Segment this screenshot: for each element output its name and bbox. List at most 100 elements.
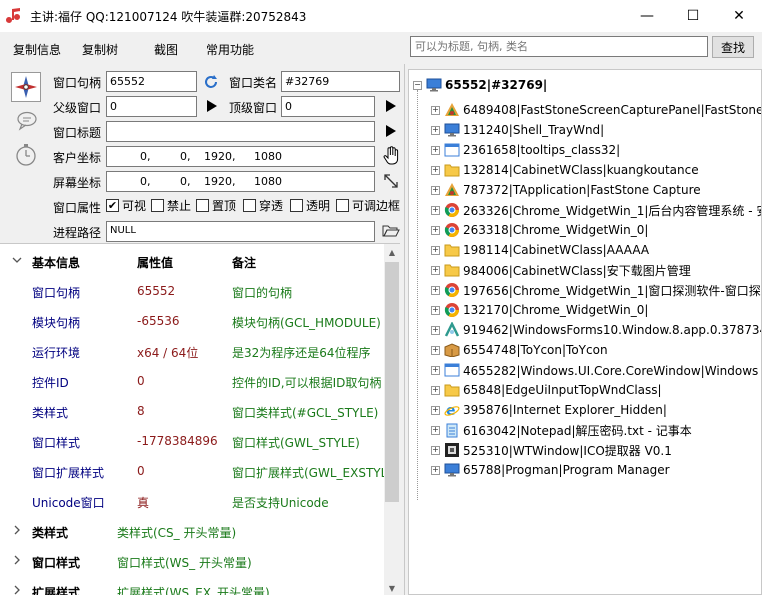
attr-resizable-border-checkbox[interactable]: 可调边框 — [336, 197, 400, 213]
resize-icon[interactable] — [381, 171, 401, 191]
grid-header-row[interactable]: 基本信息 属性值 备注 — [0, 246, 384, 276]
expand-icon[interactable]: + — [431, 325, 440, 335]
tree-node[interactable]: +919462|WindowsForms10.Window.8.app.0.37… — [431, 320, 761, 340]
minimize-button[interactable]: — — [624, 0, 670, 32]
tree-node[interactable]: +197656|Chrome_WidgetWin_1|窗口探测软件-窗口探测工具 — [431, 280, 761, 300]
tree-root-node[interactable]: − 65552|#32769| — [413, 76, 547, 94]
expand-icon[interactable]: + — [431, 385, 440, 395]
class-field[interactable]: #32769 — [281, 71, 400, 92]
hand-cursor-icon[interactable] — [381, 146, 401, 166]
maximize-button[interactable]: ☐ — [670, 0, 716, 32]
tree-node[interactable]: +132170|Chrome_WidgetWin_0| — [431, 300, 648, 320]
tree-node[interactable]: +65788|Progman|Program Manager — [431, 460, 670, 480]
attr-visible-checkbox[interactable]: ✔ 可视 — [106, 197, 146, 213]
grid-row[interactable]: 模块句柄 -65536 模块句柄(GCL_HMODULE) — [0, 306, 384, 336]
tree-node[interactable]: +6554748|ToYcon|ToYcon — [431, 340, 608, 360]
expand-icon[interactable]: + — [431, 365, 440, 375]
open-folder-icon[interactable] — [381, 222, 401, 240]
expand-icon[interactable]: + — [431, 225, 440, 235]
grid-row[interactable]: 窗口样式 -1778384896 窗口样式(GWL_STYLE) — [0, 426, 384, 456]
set-title-arrow-icon[interactable] — [382, 122, 400, 140]
scroll-thumb[interactable] — [385, 262, 399, 502]
tree-node[interactable]: + e 395876|Internet Explorer_Hidden| — [431, 400, 667, 420]
tree-node[interactable]: +131240|Shell_TrayWnd| — [431, 120, 604, 140]
menu-copy-info[interactable]: 复制信息 — [13, 41, 61, 58]
tree-node[interactable]: +6489408|FastStoneScreenCapturePanel|Fas… — [431, 100, 762, 120]
expand-icon[interactable]: + — [431, 185, 440, 195]
menu-copy-tree[interactable]: 复制树 — [82, 41, 118, 58]
refresh-icon[interactable] — [202, 73, 220, 91]
top-field[interactable]: 0 — [281, 96, 375, 117]
finder-target-icon[interactable] — [11, 72, 41, 102]
tree-node-label: 6489408|FastStoneScreenCapturePanel|Fast… — [463, 103, 762, 117]
speech-bubble-icon[interactable] — [12, 106, 42, 136]
grid-row[interactable]: 运行环境 x64 / 64位 是32为程序还是64位程序 — [0, 336, 384, 366]
folder-icon — [444, 242, 460, 258]
expand-icon[interactable]: + — [431, 285, 440, 295]
tree-node[interactable]: +132814|CabinetWClass|kuangkoutance — [431, 160, 699, 180]
search-button[interactable]: 查找 — [712, 36, 754, 58]
chevron-right-icon[interactable] — [12, 584, 22, 595]
scroll-down-icon[interactable]: ▼ — [384, 580, 400, 595]
tree-node[interactable]: +787372|TApplication|FastStone Capture — [431, 180, 701, 200]
chevron-down-icon[interactable] — [12, 254, 22, 268]
grid-row[interactable]: Unicode窗口 真 是否支持Unicode — [0, 486, 384, 516]
tree-node[interactable]: +6163042|Notepad|解压密码.txt - 记事本 — [431, 420, 692, 440]
title-bar: 主讲:福仔 QQ:121007124 吹牛装逼群:20752843 — ☐ ✕ — [0, 0, 762, 32]
tree-node[interactable]: +263326|Chrome_WidgetWin_1|后台内容管理系统 - 安下… — [431, 200, 761, 220]
attr-topmost-checkbox[interactable]: 置顶 — [196, 197, 236, 213]
goto-top-arrow-icon[interactable] — [382, 97, 400, 115]
expand-icon[interactable]: + — [431, 445, 440, 455]
tree-node[interactable]: +2361658|tooltips_class32| — [431, 140, 620, 160]
process-path-field[interactable]: NULL — [106, 221, 375, 242]
timer-icon[interactable] — [11, 140, 41, 170]
scroll-up-icon[interactable]: ▲ — [384, 244, 400, 260]
attr-passthrough-checkbox[interactable]: 穿透 — [243, 197, 283, 213]
title-field[interactable] — [106, 121, 375, 142]
expand-icon[interactable]: + — [431, 345, 440, 355]
expand-icon[interactable]: + — [431, 245, 440, 255]
grid-scrollbar[interactable]: ▲ ▼ — [384, 244, 400, 595]
attr-transparent-checkbox[interactable]: 透明 — [290, 197, 330, 213]
grid-group-row[interactable]: 扩展样式 扩展样式(WS_EX_开头常量) — [0, 576, 384, 595]
tree-node[interactable]: +4655282|Windows.UI.Core.CoreWindow|Wind… — [431, 360, 761, 380]
chevron-right-icon[interactable] — [12, 524, 22, 538]
screen-coords-field[interactable]: 0, 0, 1920, 1080 — [106, 171, 375, 192]
goto-parent-arrow-icon[interactable] — [203, 97, 221, 115]
search-input[interactable] — [410, 36, 708, 57]
parent-field[interactable]: 0 — [106, 96, 197, 117]
tree-node[interactable]: +65848|EdgeUiInputTopWndClass| — [431, 380, 662, 400]
grid-row[interactable]: 窗口扩展样式 0 窗口扩展样式(GWL_EXSTYLE) — [0, 456, 384, 486]
expand-icon[interactable]: + — [431, 265, 440, 275]
expand-icon[interactable]: + — [431, 125, 440, 135]
attr-disabled-checkbox[interactable]: 禁止 — [151, 197, 191, 213]
tree-node[interactable]: +263318|Chrome_WidgetWin_0| — [431, 220, 648, 240]
grid-row[interactable]: 窗口句柄 65552 窗口的句柄 — [0, 276, 384, 306]
tree-node[interactable]: +525310|WTWindow|ICO提取器 V0.1 — [431, 440, 672, 460]
expand-icon[interactable]: + — [431, 205, 440, 215]
tree-node[interactable]: +984006|CabinetWClass|安下载图片管理 — [431, 260, 691, 280]
chevron-right-icon[interactable] — [12, 554, 22, 568]
collapse-icon[interactable]: − — [413, 80, 422, 90]
expand-icon[interactable]: + — [431, 305, 440, 315]
close-button[interactable]: ✕ — [716, 0, 762, 32]
box-icon — [444, 342, 460, 358]
visible-check-icon: ✔ — [106, 198, 119, 212]
handle-field[interactable]: 65552 — [106, 71, 197, 92]
client-height: 1080 — [254, 150, 282, 163]
monitor-icon — [444, 462, 460, 478]
menu-common-functions[interactable]: 常用功能 — [206, 41, 254, 58]
grid-group-row[interactable]: 类样式 类样式(CS_ 开头常量) — [0, 516, 384, 546]
expand-icon[interactable]: + — [431, 465, 440, 475]
menu-screenshot[interactable]: 截图 — [154, 41, 178, 58]
expand-icon[interactable]: + — [431, 145, 440, 155]
grid-row[interactable]: 类样式 8 窗口类样式(#GCL_STYLE) — [0, 396, 384, 426]
expand-icon[interactable]: + — [431, 165, 440, 175]
expand-icon[interactable]: + — [431, 405, 440, 415]
expand-icon[interactable]: + — [431, 105, 440, 115]
client-coords-field[interactable]: 0, 0, 1920, 1080 — [106, 146, 375, 167]
grid-row[interactable]: 控件ID 0 控件的ID,可以根据ID取句柄 — [0, 366, 384, 396]
expand-icon[interactable]: + — [431, 425, 440, 435]
grid-group-row[interactable]: 窗口样式 窗口样式(WS_ 开头常量) — [0, 546, 384, 576]
tree-node[interactable]: +198114|CabinetWClass|AAAAA — [431, 240, 649, 260]
